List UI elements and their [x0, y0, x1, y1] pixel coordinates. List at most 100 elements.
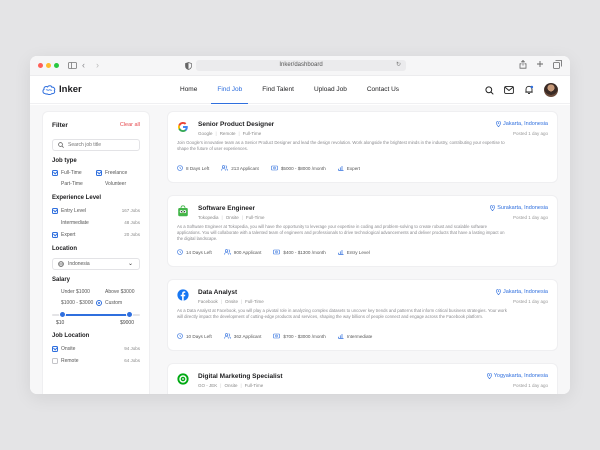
back-icon[interactable]: ‹ — [82, 60, 85, 70]
job-card[interactable]: Data Analyst Facebook | Onsite | Full-Time… — [167, 279, 558, 351]
job-location-onsite[interactable]: Onsite 94 Jobs — [52, 344, 140, 353]
tag-text: 10 Days Left — [186, 333, 212, 339]
option-label: Intermediate — [61, 219, 89, 226]
work-mode: Onsite — [224, 383, 238, 388]
job-location-remote[interactable]: Remote 64 Jobs — [52, 356, 140, 365]
reload-icon[interactable]: ↻ — [396, 60, 401, 71]
tag-text: 213 Applicant — [231, 165, 259, 171]
address-bar[interactable]: Inker/dashboard ↻ — [196, 60, 406, 71]
nav-find-talent[interactable]: Find Talent — [252, 76, 304, 104]
clear-all-link[interactable]: Clear all — [120, 122, 140, 128]
job-description: As a Data Analyst at Facebook, you will … — [177, 308, 507, 319]
avatar[interactable] — [544, 83, 558, 97]
mail-icon[interactable] — [504, 86, 514, 94]
salary-range-slider[interactable] — [52, 311, 140, 319]
employment-type: Full-Time — [242, 131, 262, 136]
option-label: Expert — [61, 231, 76, 238]
job-type-freelance[interactable]: Freelance — [96, 168, 140, 177]
level-bar-icon — [338, 250, 344, 255]
tag-text: $5000 - $8000 /month — [280, 165, 326, 171]
job-type-title: Job type — [52, 158, 77, 164]
work-mode: Onsite — [225, 215, 239, 220]
slider-thumb-min[interactable] — [59, 311, 67, 318]
logo-text: Inker — [59, 84, 82, 95]
slider-thumb-max[interactable] — [125, 311, 133, 318]
tokopedia-icon — [178, 205, 188, 217]
custom-radio[interactable] — [96, 299, 102, 306]
nav-upload-job[interactable]: Upload Job — [304, 76, 357, 104]
job-search-input[interactable] — [68, 142, 138, 148]
location-pin-icon — [496, 121, 501, 127]
job-type-full-time[interactable]: Full-Time — [52, 168, 96, 177]
close-window-button[interactable] — [38, 63, 43, 68]
job-card[interactable]: Digital Marketing Specialist GO - JEK | O… — [167, 363, 558, 394]
maximize-window-button[interactable] — [54, 63, 59, 68]
forward-icon[interactable]: › — [96, 60, 99, 70]
nav-contact-us[interactable]: Contact Us — [357, 76, 409, 104]
location-select[interactable]: Indonesia ⌄ — [52, 258, 140, 270]
job-list: Senior Product Designer Google | Remote | … — [167, 111, 558, 394]
job-count: 94 Jobs — [124, 346, 140, 351]
users-icon — [221, 165, 229, 171]
days-left-tag: 8 Days Left — [177, 165, 209, 171]
nav-home[interactable]: Home — [170, 76, 207, 104]
nav-find-job[interactable]: Find Job — [207, 76, 252, 104]
posted-date: Posted 1 day ago — [512, 131, 548, 136]
applicants-tag: 213 Applicant — [221, 165, 259, 171]
full-time-checkbox[interactable] — [52, 169, 58, 176]
experience-entry-level[interactable]: Entry Level 167 Jobs — [52, 206, 140, 215]
facebook-icon — [177, 289, 189, 301]
main-content: Filter Clear all Job type Full-Time Free… — [30, 105, 570, 394]
users-icon — [223, 333, 231, 339]
tag-text: 14 Days Left — [186, 249, 212, 255]
filter-panel: Filter Clear all Job type Full-Time Free… — [42, 111, 150, 394]
freelance-checkbox[interactable] — [96, 169, 102, 176]
company-name: GO - JEK — [198, 383, 218, 388]
search-icon[interactable] — [485, 85, 494, 95]
onsite-checkbox[interactable] — [52, 345, 58, 352]
employment-type: Full-Time — [244, 383, 264, 388]
tab-overview-icon[interactable] — [553, 60, 562, 69]
location-text: Yogyakarta, Indonesia — [493, 373, 548, 379]
minimize-window-button[interactable] — [46, 63, 51, 68]
location-text: Jakarta, Indonesia — [503, 121, 548, 127]
browser-window: ‹ › Inker/dashboard ↻ Inker Home Find Jo… — [30, 56, 570, 394]
salary-above-3000[interactable]: Above $3000 — [96, 287, 140, 296]
salary-1000-3000[interactable]: $1000 - $3000 — [52, 298, 96, 307]
experience-intermediate[interactable]: Intermediate 48 Jobs — [52, 218, 140, 227]
option-label: Volunteer — [105, 180, 127, 187]
expert-checkbox[interactable] — [52, 231, 58, 238]
main-nav: Home Find Job Find Talent Upload Job Con… — [170, 76, 409, 104]
job-card[interactable]: Software Engineer Tokopedia | Onsite | Ful… — [167, 195, 558, 267]
days-left-tag: 10 Days Left — [177, 333, 212, 339]
tag-text: Entry Level — [346, 249, 370, 255]
remote-checkbox[interactable] — [52, 357, 58, 364]
logo[interactable]: Inker — [42, 84, 82, 95]
job-type-part-time[interactable]: Part-Time — [52, 179, 96, 188]
location-pin-icon — [490, 205, 496, 211]
location-value: Indonesia — [68, 261, 90, 267]
job-card[interactable]: Senior Product Designer Google | Remote | … — [167, 111, 558, 183]
new-tab-icon[interactable] — [536, 60, 544, 68]
job-meta: GO - JEK | Onsite | Full-Time — [198, 383, 264, 388]
location-pin-icon — [486, 373, 492, 379]
salary-under-1000[interactable]: Under $1000 — [52, 287, 96, 296]
salary-tag: $400 - $1300 /month — [273, 249, 326, 255]
header-actions — [485, 83, 558, 97]
experience-expert[interactable]: Expert 20 Jobs — [52, 230, 140, 239]
option-label: $1000 - $3000 — [61, 299, 94, 306]
privacy-shield-icon[interactable] — [185, 62, 192, 70]
work-mode: Remote — [219, 131, 236, 136]
job-tags: 10 Days Left 362 Applicant $700 - $3000 … — [177, 333, 372, 339]
share-icon[interactable] — [519, 60, 527, 69]
salary-custom[interactable]: Custom — [96, 298, 140, 307]
tag-text: 8 Days Left — [186, 165, 210, 171]
job-search-box[interactable] — [52, 139, 140, 151]
notification-bell-icon[interactable] — [524, 85, 534, 95]
job-type-volunteer[interactable]: Volunteer — [96, 179, 140, 188]
sidebar-toggle-icon[interactable] — [68, 61, 77, 70]
job-location: Yogyakarta, Indonesia — [486, 373, 548, 379]
option-label: Custom — [105, 299, 123, 306]
range-max-label: $9000 — [120, 320, 134, 326]
entry-level-checkbox[interactable] — [52, 207, 58, 214]
